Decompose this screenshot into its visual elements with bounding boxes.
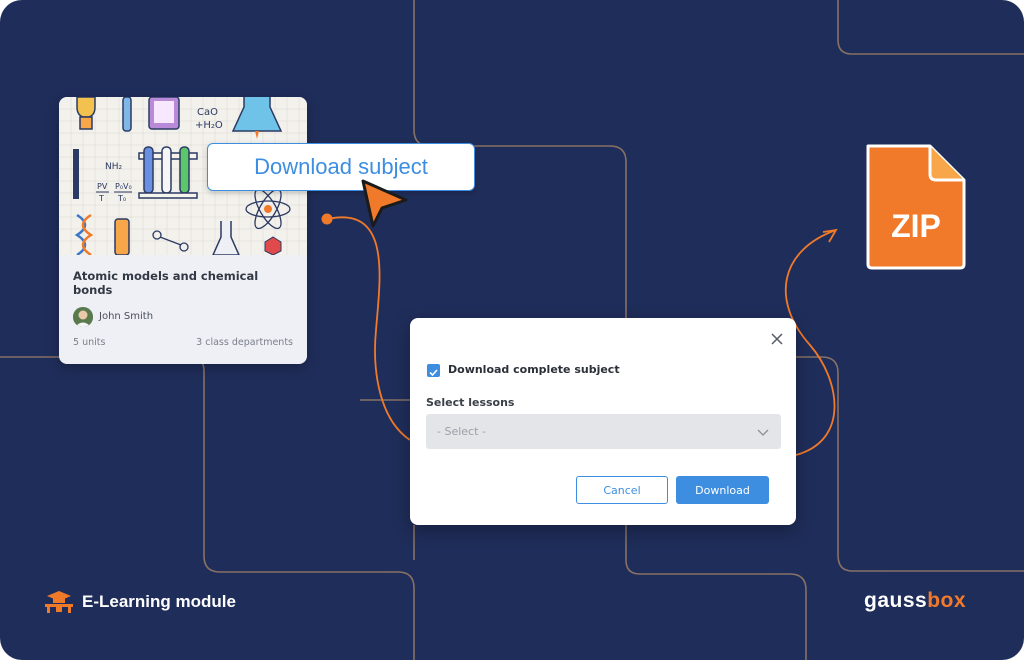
arrow-cursor-icon [361, 179, 408, 228]
formula-nh2: NH₂ [105, 162, 123, 172]
formula-t: T [98, 194, 104, 203]
formula-pv: PV [97, 182, 108, 191]
brand-accent: box [927, 589, 967, 612]
select-lessons-label: Select lessons [426, 396, 515, 409]
brand-main: gauss [864, 589, 928, 612]
author-avatar [73, 307, 93, 327]
card-title: Atomic models and chemical bonds [73, 269, 259, 297]
formula-t0: T₀ [117, 194, 126, 203]
departments-count: 3 class departments [196, 337, 293, 348]
graduation-desk-icon [45, 591, 73, 613]
formula-h2o: +H₂O [195, 120, 223, 131]
download-subject-button[interactable]: Download subject [207, 143, 475, 191]
gaussbox-logo: gaussbox [864, 589, 966, 613]
formula-cao: CaO [197, 107, 218, 118]
zip-label: ZIP [891, 208, 941, 244]
subject-card[interactable]: CaO +H₂O NH₂ PV P₀V₀ T T₀ Atomic models … [59, 97, 307, 364]
download-complete-checkbox[interactable] [427, 364, 440, 377]
author-name: John Smith [99, 311, 154, 322]
app-stage: CaO +H₂O NH₂ PV P₀V₀ T T₀ Atomic models … [0, 0, 1024, 660]
cancel-button[interactable]: Cancel [576, 476, 668, 504]
lessons-select[interactable]: - Select - [426, 414, 781, 449]
download-complete-label: Download complete subject [448, 363, 620, 376]
formula-p0v0: P₀V₀ [115, 182, 132, 191]
select-placeholder: - Select - [437, 425, 486, 438]
check-icon [429, 369, 438, 377]
elearning-module-label: E-Learning module [44, 590, 236, 614]
chevron-down-icon [757, 429, 769, 436]
close-icon[interactable] [770, 332, 784, 346]
zip-file-icon: ZIP [864, 142, 968, 274]
download-button[interactable]: Download [676, 476, 769, 504]
download-dialog: Download complete subject Select lessons… [410, 318, 796, 525]
elearning-module-text: E-Learning module [82, 592, 236, 611]
units-count: 5 units [73, 337, 106, 348]
